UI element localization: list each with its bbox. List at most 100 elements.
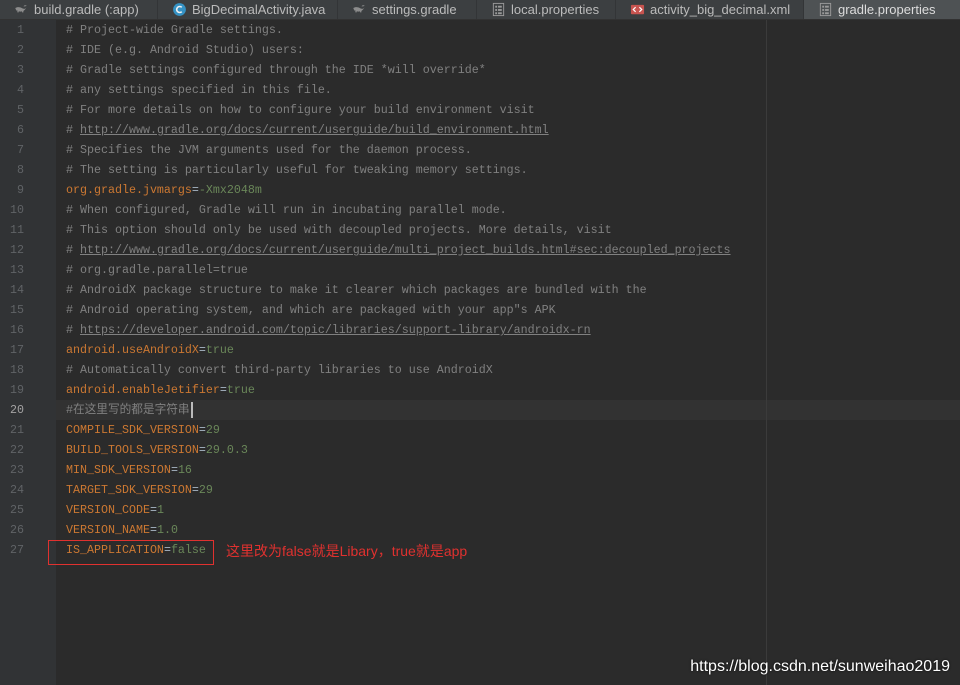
code-line[interactable]: # When configured, Gradle will run in in… [56,200,960,220]
property-key: android.useAndroidX [66,343,199,357]
code-line[interactable]: VERSION_NAME=1.0 [56,520,960,540]
tab-settings-gradle[interactable]: settings.gradle [338,0,477,19]
line-number: 17 [10,343,24,357]
key-value-separator: = [198,423,206,437]
code-line[interactable]: # http://www.gradle.org/docs/current/use… [56,120,960,140]
comment-text: # IDE (e.g. Android Studio) users: [66,43,304,57]
text-caret [190,401,193,418]
tab-bigdecimalactivity-java[interactable]: BigDecimalActivity.java [158,0,338,19]
code-line[interactable]: android.useAndroidX=true [56,340,960,360]
tab-label: local.properties [511,2,600,17]
gradle-icon [14,2,29,17]
property-value: 29 [205,423,220,437]
tab-build-gradle-app[interactable]: build.gradle (:app) [0,0,158,19]
code-line[interactable]: # http://www.gradle.org/docs/current/use… [56,240,960,260]
code-editor[interactable]: 1 2 3 4 5 6 7 8 9 10 11 12 13 14 15 16 17 18 19 20 21 22 23 24 2… [0,20,960,685]
line-number: 12 [10,243,24,257]
tab-label: gradle.properties [838,2,936,17]
comment-text: # [66,123,80,137]
key-value-separator: = [191,483,199,497]
line-number: 13 [10,263,24,277]
key-value-separator: = [149,523,157,537]
annotation-note: 这里改为false就是Libary，true就是app [226,543,468,559]
code-line[interactable]: BUILD_TOOLS_VERSION=29.0.3 [56,440,960,460]
line-number: 10 [10,203,24,217]
key-value-separator: = [149,503,157,517]
code-line[interactable]: # Android operating system, and which ar… [56,300,960,320]
annotation-box [48,540,214,565]
comment-text: # This option should only be used with d… [66,223,612,237]
comment-text: # Specifies the JVM arguments used for t… [66,143,472,157]
line-number: 15 [10,303,24,317]
code-line[interactable]: MIN_SDK_VERSION=16 [56,460,960,480]
property-key: BUILD_TOOLS_VERSION [66,443,199,457]
code-line[interactable]: # Automatically convert third-party libr… [56,360,960,380]
line-number: 3 [17,63,24,77]
tab-local-properties[interactable]: local.properties [477,0,616,19]
property-key: COMPILE_SDK_VERSION [66,423,199,437]
editor-gutter: 1 2 3 4 5 6 7 8 9 10 11 12 13 14 15 16 17 18 19 20 21 22 23 24 2… [0,20,56,685]
line-number: 4 [17,83,24,97]
line-number: 14 [10,283,24,297]
line-number: 11 [10,223,24,237]
line-number: 1 [17,23,24,37]
code-line[interactable]: # IDE (e.g. Android Studio) users: [56,40,960,60]
property-key: android.enableJetifier [66,383,220,397]
key-value-separator: = [191,183,199,197]
tab-label: activity_big_decimal.xml [650,2,791,17]
watermark-url: https://blog.csdn.net/sunweihao2019 [690,658,950,675]
code-line[interactable]: # any settings specified in this file. [56,80,960,100]
code-line[interactable]: COMPILE_SDK_VERSION=29 [56,420,960,440]
gradle-icon [352,2,367,17]
properties-file-icon [818,2,833,17]
code-line[interactable]: #在这里写的都是字符串 [56,400,960,420]
xml-file-icon [630,2,645,17]
line-number: 7 [17,143,24,157]
code-line[interactable]: # The setting is particularly useful for… [56,160,960,180]
comment-text: # When configured, Gradle will run in in… [66,203,507,217]
java-class-icon [172,2,187,17]
comment-text: # For more details on how to configure y… [66,103,535,117]
tab-label: settings.gradle [372,2,457,17]
property-value: -Xmx2048m [198,183,262,197]
editor-tab-bar: build.gradle (:app) BigDecimalActivity.ja… [0,0,960,20]
code-line[interactable]: # https://developer.android.com/topic/li… [56,320,960,340]
line-number: 8 [17,163,24,177]
code-line[interactable]: # Project-wide Gradle settings. [56,20,960,40]
code-line[interactable]: # Specifies the JVM arguments used for t… [56,140,960,160]
comment-link[interactable]: https://developer.android.com/topic/libr… [80,323,591,337]
code-line[interactable]: org.gradle.jvmargs=-Xmx2048m [56,180,960,200]
code-line[interactable]: # AndroidX package structure to make it … [56,280,960,300]
property-value: 16 [177,463,192,477]
code-line[interactable]: VERSION_CODE=1 [56,500,960,520]
tab-activity-big-decimal-xml[interactable]: activity_big_decimal.xml [616,0,804,19]
code-line[interactable]: # org.gradle.parallel=true [56,260,960,280]
line-number: 6 [17,123,24,137]
code-line[interactable]: # This option should only be used with d… [56,220,960,240]
tab-gradle-properties[interactable]: gradle.properties [804,0,960,19]
code-line[interactable]: TARGET_SDK_VERSION=29 [56,480,960,500]
code-line[interactable]: android.enableJetifier=true [56,380,960,400]
code-area[interactable]: # Project-wide Gradle settings. # IDE (e.… [56,20,960,685]
comment-text: # The setting is particularly useful for… [66,163,528,177]
properties-file-icon [491,2,506,17]
line-number: 24 [10,483,24,497]
comment-link[interactable]: http://www.gradle.org/docs/current/userg… [80,123,549,137]
property-key: VERSION_NAME [66,523,150,537]
line-number: 5 [17,103,24,117]
key-value-separator: = [219,383,227,397]
comment-text: # AndroidX package structure to make it … [66,283,647,297]
comment-text: # Automatically convert third-party libr… [66,363,493,377]
comment-text: # org.gradle.parallel=true [66,263,248,277]
code-line[interactable]: # For more details on how to configure y… [56,100,960,120]
code-line[interactable]: # Gradle settings configured through the… [56,60,960,80]
comment-text: # Android operating system, and which ar… [66,303,556,317]
key-value-separator: = [170,463,178,477]
comment-text: # [66,323,80,337]
comment-link[interactable]: http://www.gradle.org/docs/current/userg… [80,243,731,257]
property-key: MIN_SDK_VERSION [66,463,171,477]
line-number: 22 [10,443,24,457]
comment-text: #在这里写的都是字符串 [66,403,190,417]
line-number: 20 [10,403,24,417]
key-value-separator: = [198,343,206,357]
